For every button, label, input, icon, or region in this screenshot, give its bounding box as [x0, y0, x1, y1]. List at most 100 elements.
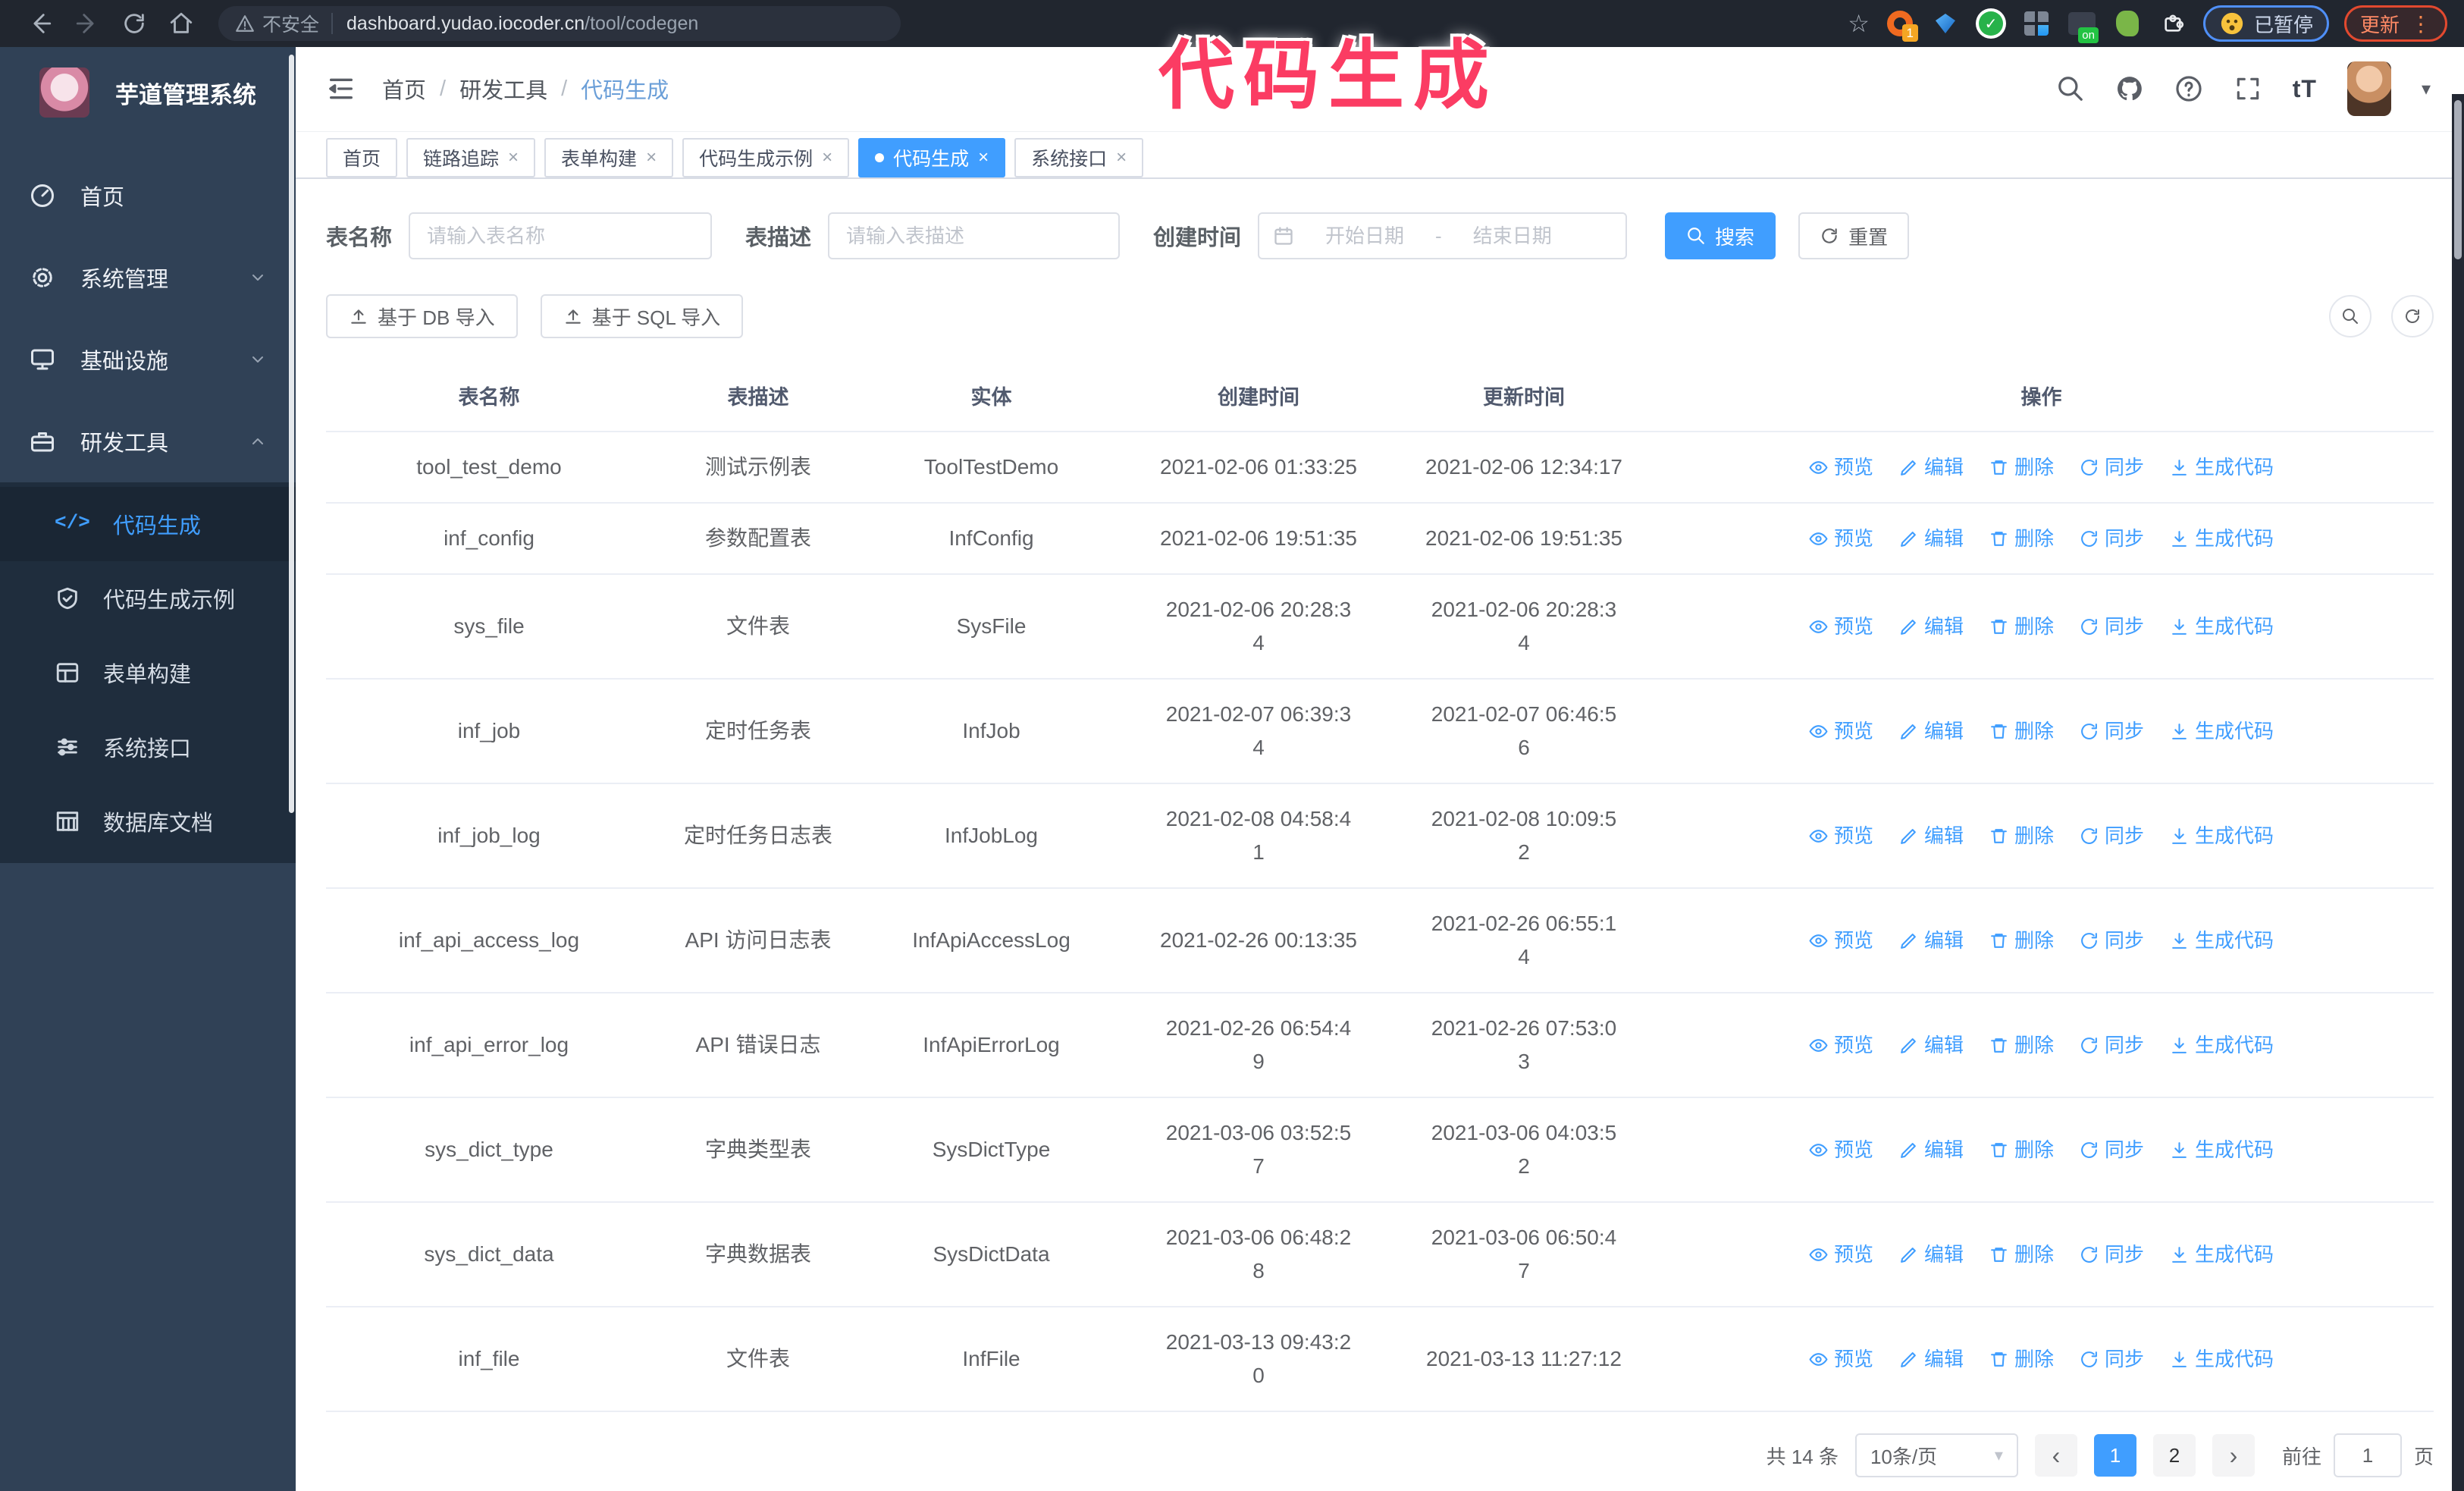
table-row[interactable]: inf_job 定时任务表 InfJob 2021-02-07 06:39:3 … — [326, 680, 2434, 784]
refresh-table-button[interactable] — [2391, 295, 2434, 337]
delete-link[interactable]: 删除 — [1989, 819, 2054, 852]
table-name-input[interactable] — [409, 212, 713, 259]
next-page-button[interactable]: › — [2212, 1434, 2255, 1477]
sidebar-fold-icon[interactable] — [326, 74, 356, 104]
edit-link[interactable]: 编辑 — [1899, 610, 1964, 643]
delete-link[interactable]: 删除 — [1989, 610, 2054, 643]
preview-link[interactable]: 预览 — [1809, 1238, 1873, 1271]
table-row[interactable]: inf_config 参数配置表 InfConfig 2021-02-06 19… — [326, 504, 2434, 575]
preview-link[interactable]: 预览 — [1809, 1028, 1873, 1062]
sidebar-item-home[interactable]: 首页 — [0, 155, 296, 237]
sync-link[interactable]: 同步 — [2080, 450, 2144, 484]
preview-link[interactable]: 预览 — [1809, 450, 1873, 484]
close-icon[interactable]: × — [508, 147, 519, 168]
sidebar-item-system[interactable]: 系统管理 — [0, 237, 296, 319]
sidebar-item-devtools[interactable]: 研发工具 — [0, 400, 296, 482]
breadcrumb-home[interactable]: 首页 — [382, 73, 426, 105]
delete-link[interactable]: 删除 — [1989, 924, 2054, 957]
green-extension-icon[interactable] — [2112, 8, 2143, 39]
scrollbar-thumb[interactable] — [2454, 100, 2462, 259]
start-date-input[interactable] — [1300, 223, 1430, 249]
page-button-1[interactable]: 1 — [2093, 1434, 2136, 1477]
app-logo[interactable]: 芋道管理系统 — [0, 47, 296, 138]
generate-code-link[interactable]: 生成代码 — [2170, 1238, 2274, 1271]
generate-code-link[interactable]: 生成代码 — [2170, 522, 2274, 555]
generate-code-link[interactable]: 生成代码 — [2170, 714, 2274, 748]
page-button-2[interactable]: 2 — [2152, 1434, 2196, 1477]
close-icon[interactable]: × — [1116, 147, 1127, 168]
generate-code-link[interactable]: 生成代码 — [2170, 924, 2274, 957]
sync-link[interactable]: 同步 — [2080, 610, 2144, 643]
delete-link[interactable]: 删除 — [1989, 1028, 2054, 1062]
delete-link[interactable]: 删除 — [1989, 450, 2054, 484]
tab-tracing[interactable]: 链路追踪 × — [406, 137, 536, 177]
table-row[interactable]: sys_dict_data 字典数据表 SysDictData 2021-03-… — [326, 1203, 2434, 1307]
adblock-extension-icon[interactable]: 1 — [1885, 8, 1918, 42]
delete-link[interactable]: 删除 — [1989, 1133, 2054, 1166]
sync-link[interactable]: 同步 — [2080, 1238, 2144, 1271]
gem-extension-icon[interactable] — [1930, 8, 1961, 39]
edit-link[interactable]: 编辑 — [1899, 1133, 1964, 1166]
table-row[interactable]: inf_api_error_log API 错误日志 InfApiErrorLo… — [326, 993, 2434, 1098]
avatar-caret-icon[interactable]: ▾ — [2422, 78, 2431, 100]
goto-page-input[interactable] — [2333, 1433, 2402, 1477]
generate-code-link[interactable]: 生成代码 — [2170, 1028, 2274, 1062]
page-scrollbar[interactable] — [2452, 94, 2464, 1491]
sidebar-item-codegen[interactable]: </> 代码生成 — [0, 487, 296, 561]
font-size-icon[interactable]: tT — [2293, 75, 2317, 103]
table-desc-input[interactable] — [828, 212, 1121, 259]
close-icon[interactable]: × — [822, 147, 832, 168]
help-icon[interactable] — [2174, 74, 2203, 103]
close-icon[interactable]: × — [646, 147, 657, 168]
sql-import-button[interactable]: 基于 SQL 导入 — [540, 294, 744, 338]
sidebar-scrollbar[interactable] — [289, 55, 294, 813]
page-size-select[interactable]: 10条/页 ▾ — [1854, 1433, 2018, 1477]
date-range-picker[interactable]: - — [1258, 212, 1628, 259]
preview-link[interactable]: 预览 — [1809, 819, 1873, 852]
tab-form-builder[interactable]: 表单构建 × — [544, 137, 674, 177]
home-icon[interactable] — [168, 11, 194, 36]
generate-code-link[interactable]: 生成代码 — [2170, 819, 2274, 852]
table-row[interactable]: sys_file 文件表 SysFile 2021-02-06 20:28:3 … — [326, 575, 2434, 680]
preview-link[interactable]: 预览 — [1809, 924, 1873, 957]
sync-link[interactable]: 同步 — [2080, 819, 2144, 852]
edit-link[interactable]: 编辑 — [1899, 450, 1964, 484]
edit-link[interactable]: 编辑 — [1899, 1238, 1964, 1271]
back-icon[interactable] — [27, 11, 53, 36]
sync-link[interactable]: 同步 — [2080, 714, 2144, 748]
preview-link[interactable]: 预览 — [1809, 1342, 1873, 1376]
check-extension-icon[interactable]: ✓ — [1975, 8, 2006, 39]
breadcrumb-devtools[interactable]: 研发工具 — [459, 73, 547, 105]
tab-home[interactable]: 首页 — [326, 137, 398, 177]
edit-link[interactable]: 编辑 — [1899, 819, 1964, 852]
paused-pill[interactable]: 已暂停 — [2202, 5, 2329, 42]
db-import-button[interactable]: 基于 DB 导入 — [326, 294, 518, 338]
edit-link[interactable]: 编辑 — [1899, 522, 1964, 555]
table-row[interactable]: inf_file 文件表 InfFile 2021-03-13 09:43:2 … — [326, 1307, 2434, 1412]
grid-extension-icon[interactable] — [2021, 8, 2052, 39]
delete-link[interactable]: 删除 — [1989, 1342, 2054, 1376]
generate-code-link[interactable]: 生成代码 — [2170, 610, 2274, 643]
search-icon[interactable] — [2056, 74, 2085, 103]
sync-link[interactable]: 同步 — [2080, 1133, 2144, 1166]
edit-link[interactable]: 编辑 — [1899, 1028, 1964, 1062]
sidebar-item-form-builder[interactable]: 表单构建 — [0, 636, 296, 710]
toggle-search-button[interactable] — [2329, 295, 2372, 337]
table-row[interactable]: inf_api_access_log API 访问日志表 InfApiAcces… — [326, 889, 2434, 993]
url-bar[interactable]: 不安全 dashboard.yudao.iocoder.cn/tool/code… — [218, 6, 901, 41]
delete-link[interactable]: 删除 — [1989, 1238, 2054, 1271]
sync-link[interactable]: 同步 — [2080, 1028, 2144, 1062]
close-icon[interactable]: × — [978, 147, 989, 168]
update-button[interactable]: 更新 ⋮ — [2343, 5, 2447, 42]
sync-link[interactable]: 同步 — [2080, 924, 2144, 957]
table-row[interactable]: inf_job_log 定时任务日志表 InfJobLog 2021-02-08… — [326, 784, 2434, 889]
fullscreen-icon[interactable] — [2234, 74, 2262, 103]
sync-link[interactable]: 同步 — [2080, 1342, 2144, 1376]
switch-extension-icon[interactable]: on — [2067, 8, 2099, 43]
user-avatar[interactable] — [2346, 61, 2391, 117]
edit-link[interactable]: 编辑 — [1899, 714, 1964, 748]
reset-button[interactable]: 重置 — [1798, 212, 1910, 259]
tab-codegen[interactable]: 代码生成 × — [858, 137, 1006, 177]
edit-link[interactable]: 编辑 — [1899, 924, 1964, 957]
generate-code-link[interactable]: 生成代码 — [2170, 450, 2274, 484]
